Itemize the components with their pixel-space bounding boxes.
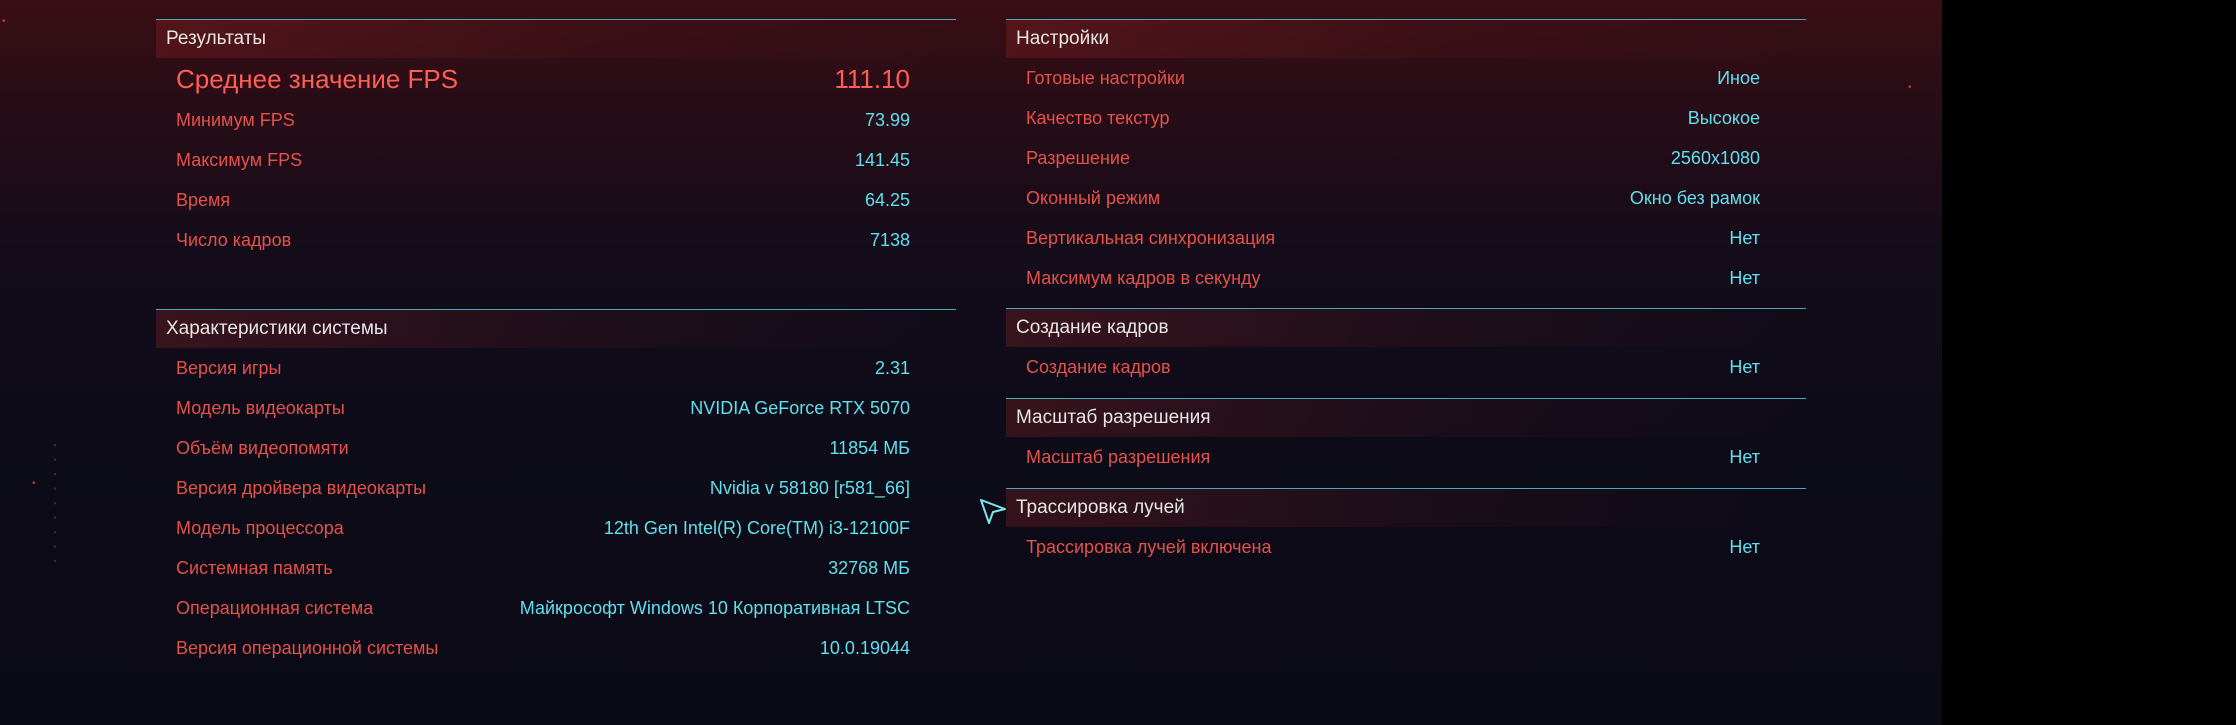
stat-label: Число кадров [176,230,292,250]
system-row: Версия операционной системы 10.0.19044 [156,628,956,668]
setting-row: Оконный режим Окно без рамок [1006,178,1806,218]
setting-label: Создание кадров [1026,357,1171,377]
setting-value: Высокое [1687,108,1760,128]
avg-fps-value: 111.10 [834,64,910,94]
setting-row: Вертикальная синхронизация Нет [1006,218,1806,258]
stat-value: 141.45 [854,150,910,170]
settings-panel: Настройки Готовые настройки Иное Качеств… [1006,19,1806,298]
setting-row: Готовые настройки Иное [1006,58,1806,98]
setting-value: 2560x1080 [1670,148,1760,168]
resolution-scaling-panel: Масштаб разрешения Масштаб разрешения Не… [1006,398,1806,477]
stat-value: 64.25 [864,190,910,210]
system-row: Объём видеопомяти 11854 МБ [156,428,956,468]
benchmark-results-screen: ▪ ▪ ▪ ▪ ▪ ▪ ▪ ▪ ▪ • • • Результаты Средн… [0,0,1942,725]
setting-label: Готовые настройки [1026,68,1185,88]
corner-mark: • [2,16,6,27]
setting-value: Иное [1717,68,1760,88]
setting-value: Нет [1729,447,1760,467]
stat-label: Время [176,190,231,210]
system-value: 10.0.19044 [819,638,910,658]
ray-tracing-header: Трассировка лучей [1006,488,1806,527]
stat-value: 7138 [869,230,910,250]
resolution-scaling-header: Масштаб разрешения [1006,398,1806,437]
system-value: 11854 МБ [829,438,910,458]
stat-value: 73.99 [864,110,910,130]
system-value: NVIDIA GeForce RTX 5070 [690,398,910,418]
system-row: Модель видеокарты NVIDIA GeForce RTX 507… [156,388,956,428]
system-row: Версия дройвера видеокарты Nvidia v 5818… [156,468,956,508]
stat-row: Время 64.25 [156,180,956,220]
stat-row: Число кадров 7138 [156,220,956,260]
pointer-cursor-icon [980,499,1006,524]
system-row: Модель процессора 12th Gen Intel(R) Core… [156,508,956,548]
system-panel: Характеристики системы Версия игры 2.31 … [156,309,956,668]
system-value: 12th Gen Intel(R) Core(TM) i3-12100F [603,518,910,538]
stat-label: Минимум FPS [176,110,295,130]
setting-row: Масштаб разрешения Нет [1006,437,1806,477]
side-mark: • [32,478,36,489]
system-label: Модель процессора [176,518,344,538]
system-label: Операционная система [176,598,374,618]
results-header: Результаты [156,19,956,58]
settings-header: Настройки [1006,19,1806,58]
system-value: Майкрософт Windows 10 Корпоративная LTSC [519,598,910,618]
setting-label: Качество текстур [1026,108,1170,128]
setting-row: Максимум кадров в секунду Нет [1006,258,1806,298]
setting-value: Окно без рамок [1629,188,1760,208]
setting-label: Разрешение [1026,148,1130,168]
setting-label: Оконный режим [1026,188,1161,208]
system-row: Версия игры 2.31 [156,348,956,388]
ray-tracing-panel: Трассировка лучей Трассировка лучей вклю… [1006,488,1806,567]
stat-label: Максимум FPS [176,150,303,170]
system-label: Версия игры [176,358,282,378]
setting-label: Масштаб разрешения [1026,447,1211,467]
stat-row: Минимум FPS 73.99 [156,100,956,140]
setting-label: Трассировка лучей включена [1026,537,1272,557]
system-label: Версия операционной системы [176,638,439,658]
system-value: 2.31 [874,358,910,378]
edge-mark: • [1908,82,1912,93]
system-label: Модель видеокарты [176,398,345,418]
setting-row: Создание кадров Нет [1006,347,1806,387]
avg-fps-row: Среднее значение FPS 111.10 [156,58,956,100]
side-decoration: ▪ ▪ ▪ ▪ ▪ ▪ ▪ ▪ ▪ [50,440,60,568]
setting-value: Нет [1729,537,1760,557]
system-row: Операционная система Майкрософт Windows … [156,588,956,628]
system-label: Версия дройвера видеокарты [176,478,427,498]
frame-gen-panel: Создание кадров Создание кадров Нет [1006,308,1806,387]
avg-fps-label: Среднее значение FPS [176,64,459,94]
system-header: Характеристики системы [156,309,956,348]
system-row: Системная память 32768 МБ [156,548,956,588]
system-value: 32768 МБ [828,558,910,578]
setting-row: Разрешение 2560x1080 [1006,138,1806,178]
system-label: Системная память [176,558,333,578]
system-value: Nvidia v 58180 [r581_66] [709,478,910,498]
stat-row: Максимум FPS 141.45 [156,140,956,180]
setting-label: Вертикальная синхронизация [1026,228,1276,248]
system-label: Объём видеопомяти [176,438,349,458]
frame-gen-header: Создание кадров [1006,308,1806,347]
setting-label: Максимум кадров в секунду [1026,268,1261,288]
results-panel: Результаты Среднее значение FPS 111.10 М… [156,19,956,260]
setting-row: Качество текстур Высокое [1006,98,1806,138]
setting-value: Нет [1729,228,1760,248]
setting-row: Трассировка лучей включена Нет [1006,527,1806,567]
setting-value: Нет [1729,357,1760,377]
setting-value: Нет [1729,268,1760,288]
letterbox-right [1942,0,2236,725]
